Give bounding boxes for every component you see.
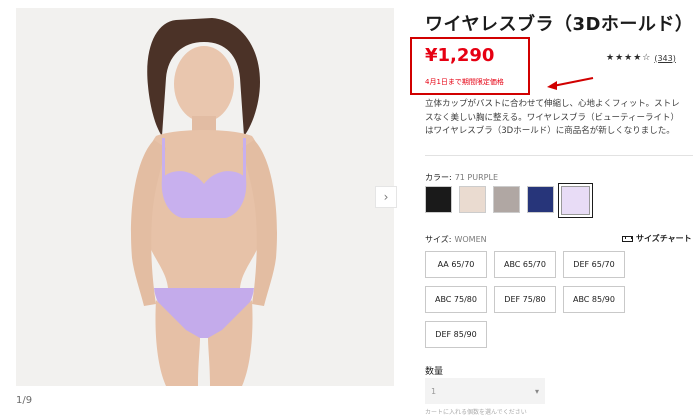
size-button[interactable]: ABC 75/80 (425, 286, 487, 313)
color-swatches (425, 183, 593, 218)
quantity-value: 1 (431, 386, 437, 396)
size-button[interactable]: ABC 85/90 (563, 286, 625, 313)
star-rating-icon: ★★★★☆ (606, 53, 652, 63)
quantity-label: 数量 (425, 367, 444, 377)
size-label: サイズ: WOMEN (425, 235, 487, 244)
color-label: カラー: 71 PURPLE (425, 173, 498, 182)
divider (425, 155, 693, 156)
size-button[interactable]: DEF 85/90 (425, 321, 487, 348)
size-button[interactable]: DEF 65/70 (563, 251, 625, 278)
size-button[interactable]: AA 65/70 (425, 251, 487, 278)
annotation-arrow-icon (547, 77, 594, 90)
size-options: AA 65/70 ABC 65/70 DEF 65/70 ABC 75/80 D… (425, 251, 635, 348)
ruler-icon (622, 235, 633, 242)
size-category: WOMEN (454, 235, 487, 244)
product-price: ¥1,290 (425, 45, 495, 66)
color-swatch-black[interactable] (425, 186, 452, 213)
color-swatch-purple[interactable] (558, 183, 593, 218)
quantity-note: カートに入れる個数を選んでください (425, 409, 527, 415)
color-swatch-taupe[interactable] (493, 186, 520, 213)
selected-color-name: 71 PURPLE (454, 173, 498, 182)
product-rating[interactable]: ★★★★☆ (343) (606, 53, 676, 63)
limited-price-note: 4月1日まで期間限定価格 (425, 78, 504, 86)
review-count-link[interactable]: (343) (654, 54, 676, 63)
chevron-right-icon: › (383, 190, 389, 204)
product-photo (16, 8, 394, 386)
quantity-select[interactable]: 1 ▾ (425, 378, 545, 404)
color-swatch-navy[interactable] (527, 186, 554, 213)
next-image-button[interactable]: › (375, 186, 397, 208)
size-button[interactable]: ABC 65/70 (494, 251, 556, 278)
product-image-gallery[interactable] (16, 8, 394, 386)
color-swatch-beige[interactable] (459, 186, 486, 213)
product-description: 立体カップがバストに合わせて伸縮し、心地よくフィット。ストレスなく美しい胸に整え… (425, 99, 680, 136)
gallery-page-indicator: 1/9 (16, 395, 33, 406)
chevron-down-icon: ▾ (534, 386, 539, 396)
product-title: ワイヤレスブラ（3Dホールド） (425, 14, 694, 35)
size-button[interactable]: DEF 75/80 (494, 286, 556, 313)
size-chart-link[interactable]: サイズチャート (622, 233, 692, 244)
